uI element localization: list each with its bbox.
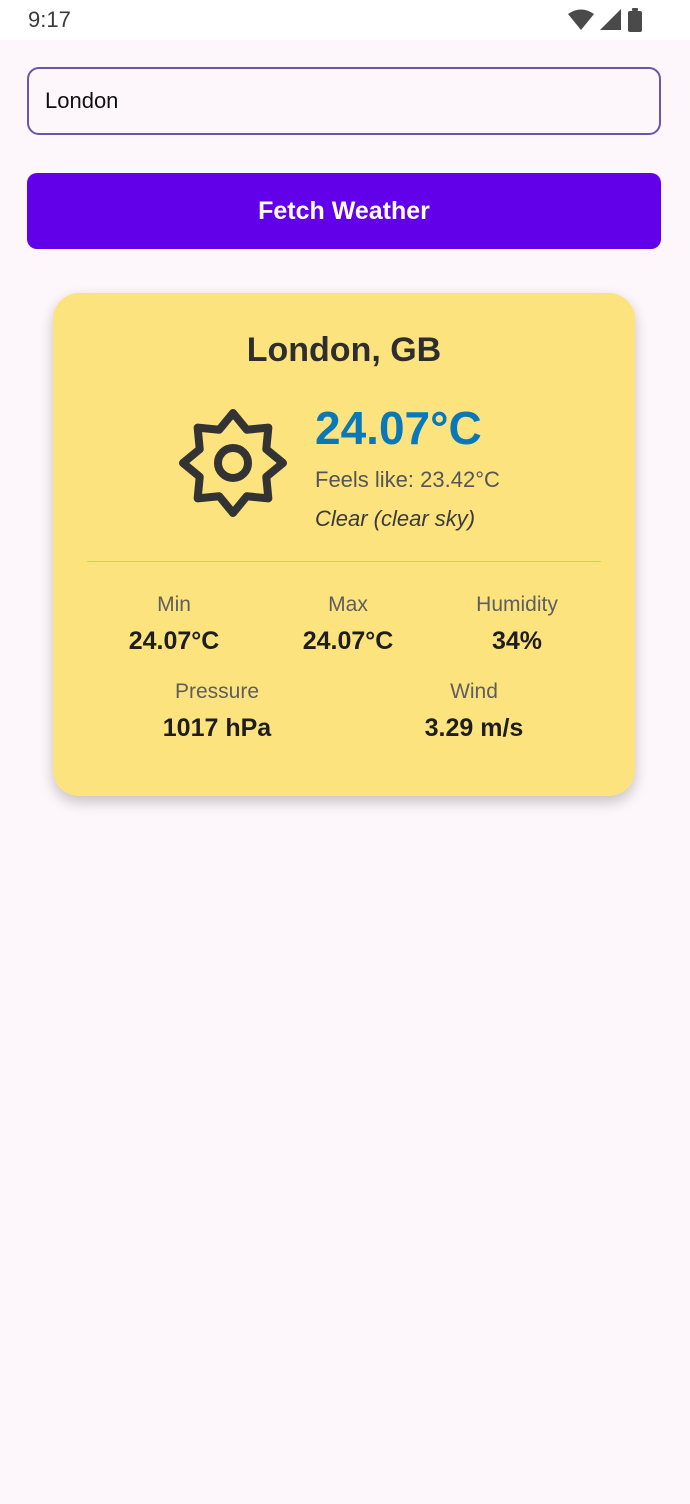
stat-pressure-value: 1017 hPa — [162, 714, 272, 742]
status-icons — [568, 8, 642, 32]
status-bar: 9:17 — [0, 0, 690, 40]
temperature-value: 24.07°C — [315, 402, 482, 454]
weather-description: Clear (clear sky) — [315, 506, 476, 531]
stat-humidity: Humidity 34% — [432, 593, 602, 656]
stat-wind-label: Wind — [450, 680, 498, 703]
stat-min-label: Min — [157, 593, 191, 616]
stat-pressure: Pressure 1017 hPa — [132, 680, 302, 743]
divider — [87, 561, 601, 562]
stat-wind: Wind 3.29 m/s — [389, 680, 559, 743]
stat-humidity-label: Humidity — [476, 593, 558, 616]
stat-wind-value: 3.29 m/s — [424, 714, 524, 742]
stat-min: Min 24.07°C — [89, 593, 259, 656]
weather-card: London, GB 24.07°C Feels like: 23.42°C C… — [53, 293, 635, 796]
stat-max-value: 24.07°C — [302, 627, 394, 655]
battery-icon — [628, 8, 642, 32]
city-search-input[interactable] — [27, 67, 661, 135]
stat-pressure-label: Pressure — [174, 680, 260, 703]
feels-like-text: Feels like: 23.42°C — [315, 467, 500, 492]
status-time: 9:17 — [28, 7, 71, 32]
stat-min-value: 24.07°C — [128, 627, 220, 655]
location-title: London, GB — [246, 331, 442, 369]
stat-humidity-value: 34% — [491, 627, 543, 655]
fetch-weather-button[interactable]: Fetch Weather — [27, 173, 661, 249]
stat-max: Max 24.07°C — [263, 593, 433, 656]
wifi-icon — [568, 9, 594, 30]
signal-icon — [600, 9, 621, 30]
sun-icon — [179, 409, 287, 517]
stat-max-label: Max — [328, 593, 368, 616]
